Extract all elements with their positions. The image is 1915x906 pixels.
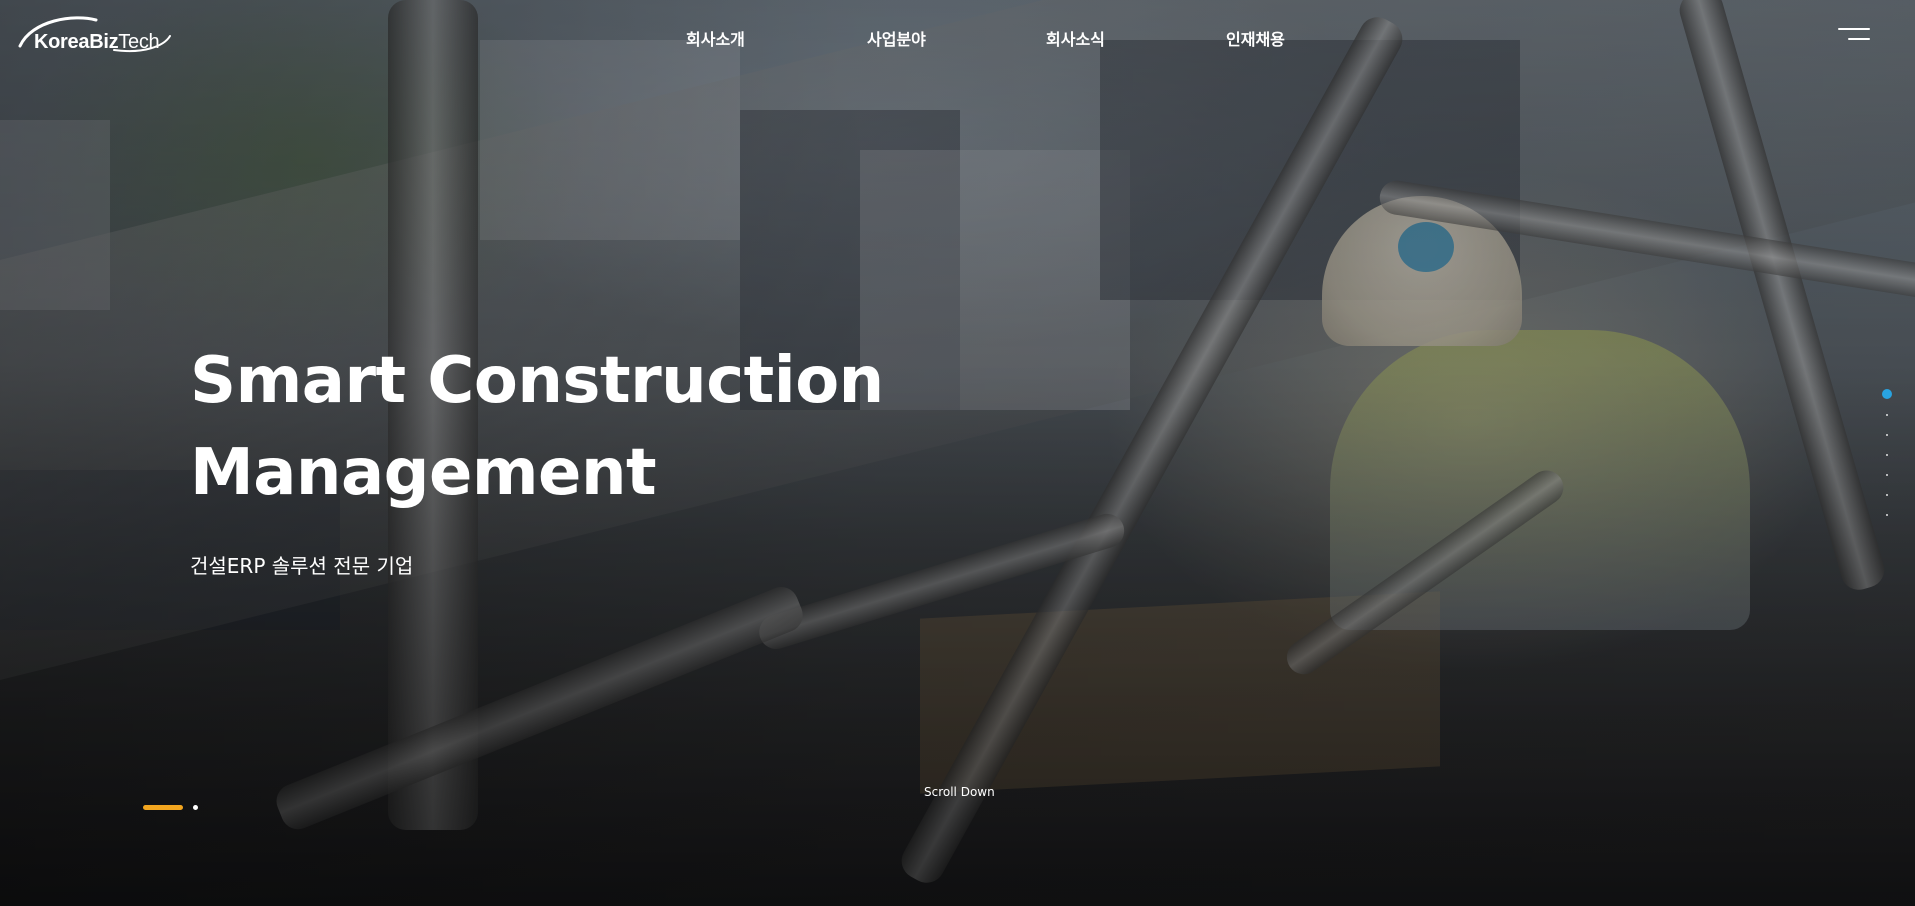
slide-bullet-active[interactable] [143,805,183,810]
section-dot[interactable] [1886,474,1888,476]
nav-item-news[interactable]: 회사소식 [1046,26,1105,50]
section-dot[interactable] [1886,514,1888,516]
scroll-down-link[interactable]: Scroll Down [924,785,995,799]
hero-subtitle: 건설ERP 솔루션 전문 기업 [190,554,414,578]
section-dot[interactable] [1886,434,1888,436]
hero-section: KoreaBizTech 회사소개 사업분야 회사소식 인재채용 Smart C… [0,0,1915,906]
nav-item-company[interactable]: 회사소개 [686,26,745,50]
section-dot[interactable] [1886,494,1888,496]
hero-title: Smart Construction Management [190,335,884,519]
main-nav: 회사소개 사업분야 회사소식 인재채용 [0,26,1915,50]
menu-line [1838,28,1870,30]
hamburger-menu-icon[interactable] [1834,26,1870,46]
hero-title-line1: Smart Construction [190,344,884,418]
slide-bullet[interactable] [193,805,198,810]
hero-title-line2: Management [190,436,657,510]
section-dot[interactable] [1886,414,1888,416]
section-pagination [1880,386,1894,526]
section-dot-active[interactable] [1882,389,1892,399]
menu-line [1848,38,1870,40]
nav-item-business[interactable]: 사업분야 [867,26,926,50]
section-dot[interactable] [1886,454,1888,456]
nav-item-careers[interactable]: 인재채용 [1226,26,1285,50]
